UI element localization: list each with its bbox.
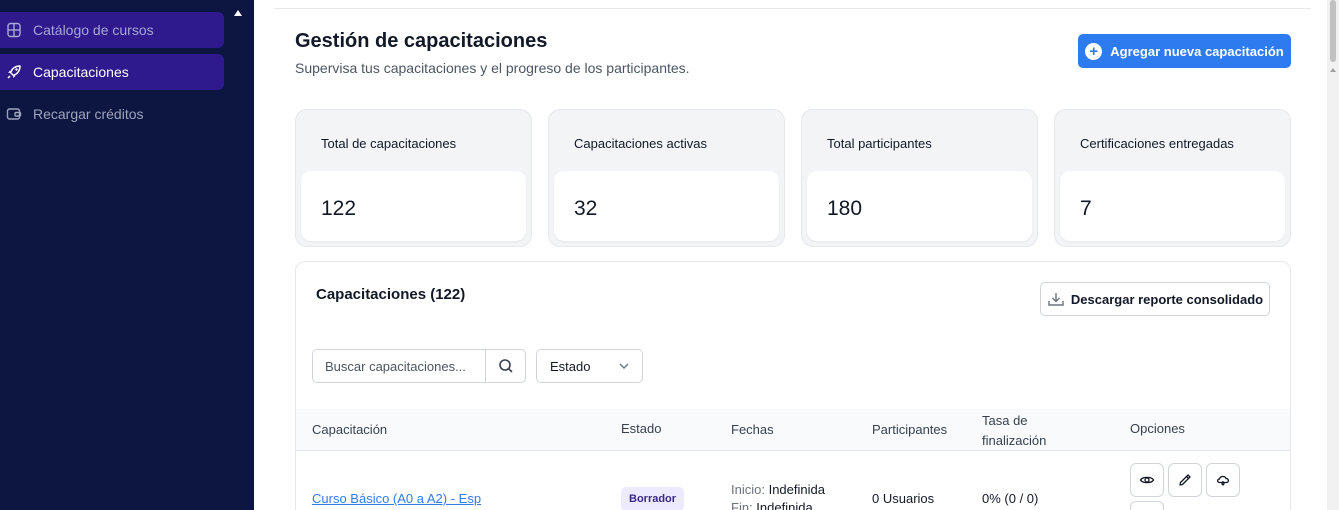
- plus-circle-icon: +: [1085, 42, 1103, 60]
- chevron-down-icon: [619, 363, 629, 369]
- col-tasa-line2: finalización: [982, 433, 1047, 448]
- view-button[interactable]: [1130, 463, 1164, 497]
- sidebar-item-recargar[interactable]: Recargar créditos: [0, 96, 224, 132]
- stat-value: 32: [574, 197, 598, 220]
- sidebar: Catálogo de cursos Capacitaciones Recarg…: [0, 0, 254, 510]
- panel-title: Capacitaciones (122): [316, 286, 466, 303]
- scrollbar-thumb[interactable]: [1330, 0, 1336, 62]
- status-filter-select[interactable]: Estado: [536, 349, 643, 383]
- scroll-up-arrow-icon[interactable]: [1330, 68, 1336, 72]
- sidebar-item-label: Recargar créditos: [33, 106, 144, 122]
- course-name-link[interactable]: Curso Básico (A0 a A2) - Esp: [312, 491, 481, 506]
- participants-cell: 0 Usuarios: [872, 491, 935, 506]
- col-capacitacion: Capacitación: [312, 422, 388, 437]
- col-tasa: Tasa de finalización: [982, 411, 1046, 451]
- catalog-icon: [5, 21, 23, 39]
- pencil-icon: [1179, 474, 1191, 486]
- add-training-button[interactable]: + Agregar nueva capacitación: [1078, 34, 1291, 68]
- edit-button[interactable]: [1168, 463, 1202, 497]
- stat-value-box: 7: [1060, 171, 1285, 241]
- download-report-button[interactable]: Descargar reporte consolidado: [1040, 282, 1270, 316]
- col-estado: Estado: [621, 421, 662, 436]
- download-icon: [1048, 293, 1064, 306]
- table-header: Capacitación Estado Fechas Participantes…: [296, 409, 1290, 451]
- page-scrollbar[interactable]: [1327, 0, 1339, 510]
- cloud-icon: [1216, 475, 1229, 486]
- page-subtitle: Supervisa tus capacitaciones y el progre…: [295, 60, 690, 76]
- col-participantes: Participantes: [872, 422, 948, 437]
- stat-value-box: 32: [554, 171, 779, 241]
- stat-value: 7: [1080, 197, 1092, 220]
- stat-value-box: 180: [807, 171, 1032, 241]
- stat-label: Capacitaciones activas: [574, 136, 707, 151]
- eye-icon: [1139, 476, 1155, 484]
- upload-cloud-button[interactable]: [1206, 463, 1240, 497]
- col-opciones: Opciones: [1130, 421, 1185, 436]
- search-input[interactable]: [313, 350, 485, 382]
- table-row: Curso Básico (A0 a A2) - Esp Borrador In…: [296, 451, 1290, 510]
- stat-card-total: Total de capacitaciones 122: [295, 109, 532, 247]
- stat-card-activas: Capacitaciones activas 32: [548, 109, 785, 247]
- sidebar-item-catalogo[interactable]: Catálogo de cursos: [0, 12, 224, 48]
- page-title: Gestión de capacitaciones: [295, 30, 548, 52]
- rocket-icon: [5, 63, 23, 81]
- sidebar-item-label: Capacitaciones: [33, 64, 129, 80]
- more-options-button[interactable]: [1130, 501, 1164, 510]
- end-label: Fin:: [731, 500, 753, 510]
- main-content: Gestión de capacitaciones Supervisa tus …: [254, 0, 1327, 510]
- status-filter-value: Estado: [550, 358, 591, 374]
- search-box: [312, 349, 526, 383]
- search-icon: [498, 359, 513, 373]
- end-value: Indefinida: [756, 500, 813, 510]
- download-report-label: Descargar reporte consolidado: [1070, 291, 1264, 307]
- stat-label: Total participantes: [827, 136, 932, 151]
- start-label: Inicio:: [731, 482, 765, 497]
- col-fechas: Fechas: [731, 422, 774, 437]
- start-value: Indefinida: [768, 482, 825, 497]
- stat-card-participantes: Total participantes 180: [801, 109, 1038, 247]
- divider: [274, 8, 1311, 9]
- col-tasa-line1: Tasa de: [982, 413, 1028, 428]
- stat-value-box: 122: [301, 171, 526, 241]
- stat-card-certificaciones: Certificaciones entregadas 7: [1054, 109, 1291, 247]
- stat-label: Certificaciones entregadas: [1080, 136, 1234, 151]
- add-training-label: Agregar nueva capacitación: [1110, 43, 1284, 59]
- wallet-icon: [5, 105, 23, 123]
- sidebar-item-capacitaciones[interactable]: Capacitaciones: [0, 54, 224, 90]
- trainings-panel: Capacitaciones (122) Descargar reporte c…: [295, 261, 1291, 510]
- stat-label: Total de capacitaciones: [321, 136, 457, 151]
- status-badge: Borrador: [621, 487, 685, 510]
- dates-cell: Inicio: Indefinida Fin: Indefinida: [731, 481, 825, 510]
- stat-value: 122: [321, 197, 357, 220]
- sidebar-scroll-up-icon[interactable]: [234, 10, 242, 16]
- completion-cell: 0% (0 / 0): [982, 491, 1039, 506]
- stat-value: 180: [827, 197, 863, 220]
- sidebar-item-label: Catálogo de cursos: [33, 22, 154, 38]
- search-button[interactable]: [485, 350, 525, 382]
